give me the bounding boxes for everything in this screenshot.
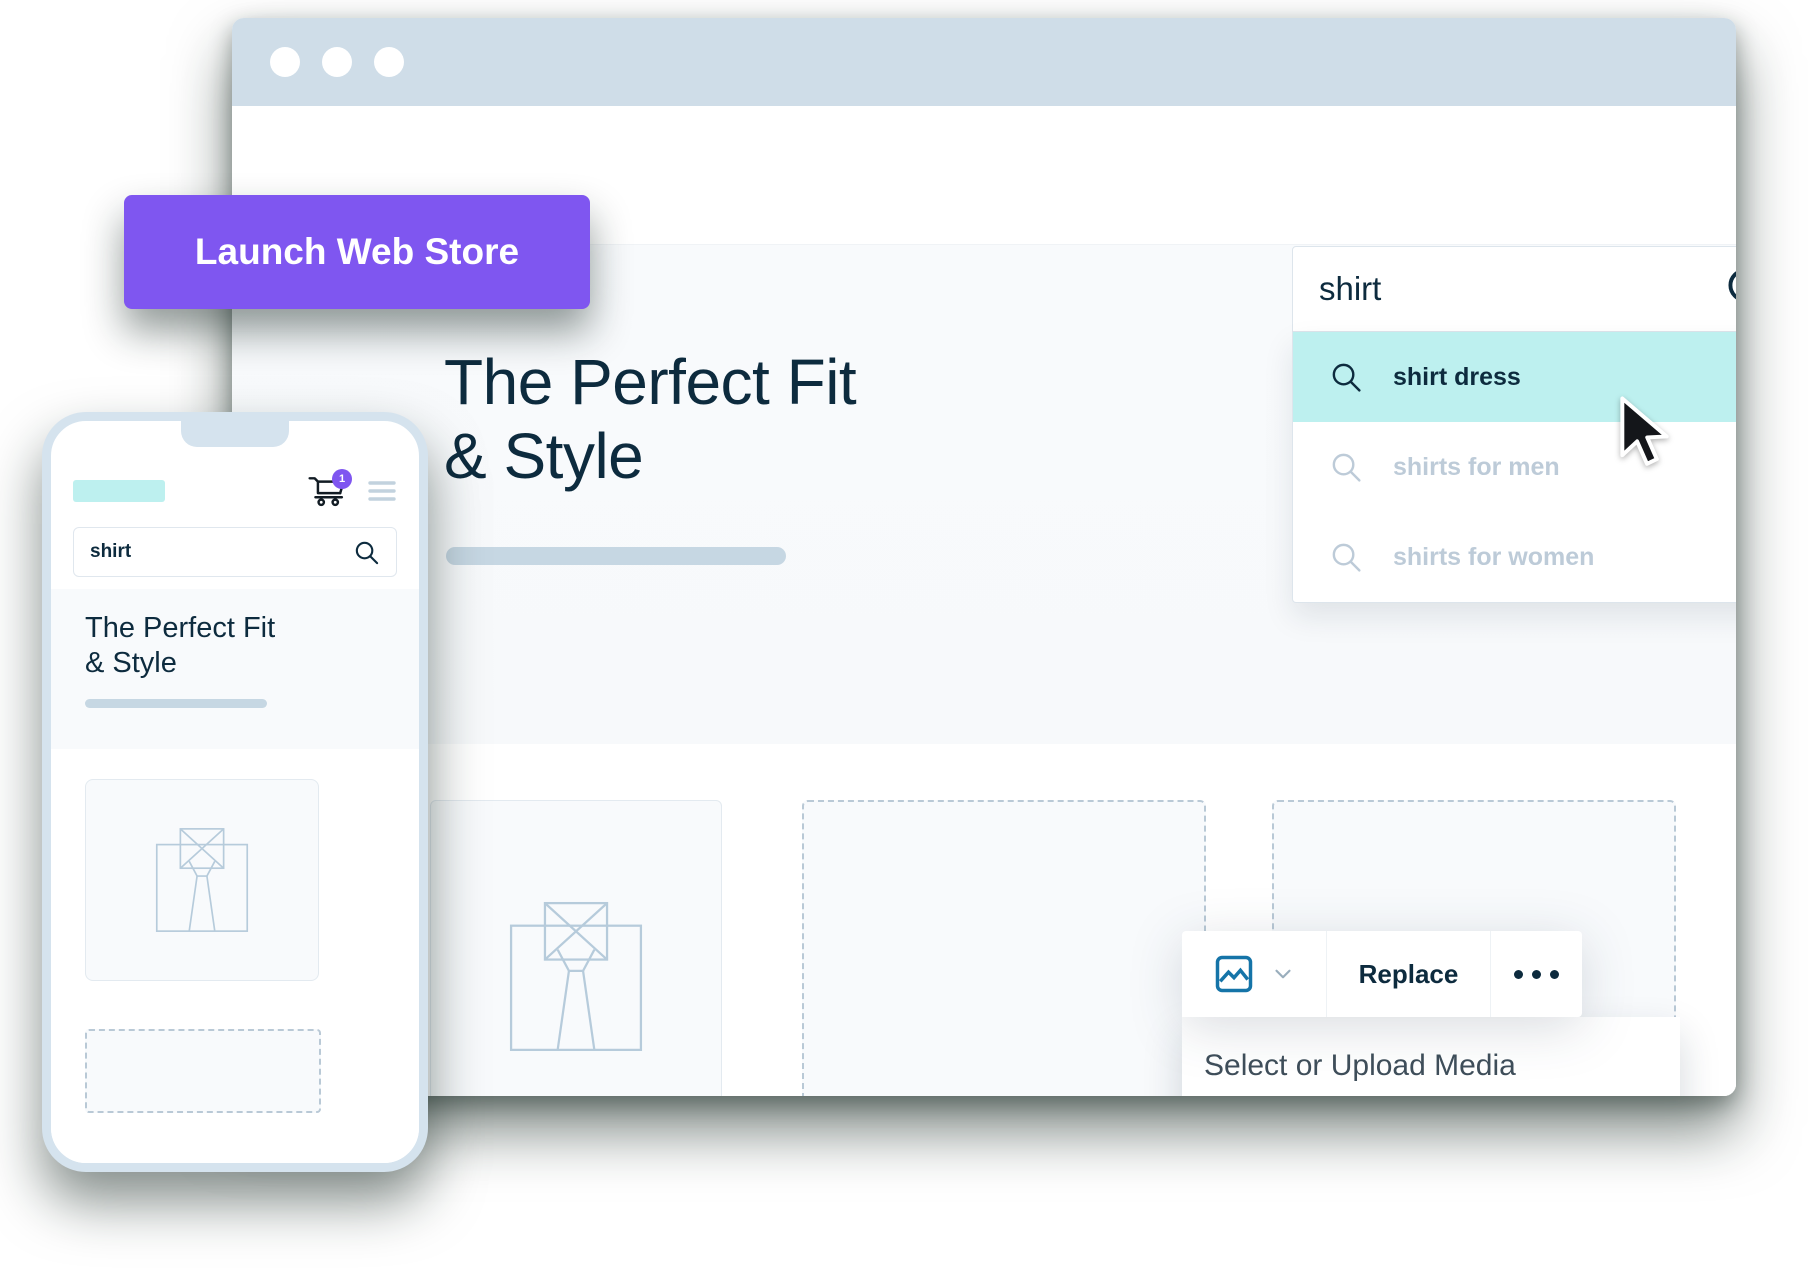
- phone-page-title: The Perfect Fit & Style: [85, 612, 276, 679]
- phone-cart-button[interactable]: 1: [307, 468, 352, 508]
- search-input-value: shirt: [1319, 270, 1382, 307]
- hamburger-menu-icon[interactable]: [367, 479, 397, 503]
- browser-titlebar: [232, 18, 1736, 106]
- browser-window: The Perfect Fit & Style shirt shirt dres…: [232, 18, 1736, 1096]
- replace-button[interactable]: Replace: [1326, 931, 1490, 1017]
- launch-web-store-button[interactable]: Launch Web Store: [124, 195, 590, 309]
- search-icon: [1332, 543, 1361, 572]
- image-icon: [1215, 955, 1253, 993]
- screenshot-stage: The Perfect Fit & Style shirt shirt dres…: [0, 0, 1809, 1280]
- phone-product-card[interactable]: [85, 779, 319, 981]
- ellipsis-icon: [1550, 969, 1559, 979]
- media-type-button[interactable]: [1182, 931, 1326, 1017]
- phone-store-logo: [73, 480, 165, 502]
- phone-product-area: [51, 751, 419, 1163]
- media-panel: Select or Upload Media: [1182, 1017, 1680, 1096]
- suggestion-label: shirt dress: [1393, 362, 1521, 391]
- search-icon: [1332, 453, 1361, 482]
- phone-cart-badge-count: 1: [332, 468, 352, 489]
- ellipsis-icon: [1514, 969, 1523, 979]
- phone-header: 1: [51, 465, 419, 517]
- phone-header-icons: 1: [307, 468, 397, 508]
- search-input[interactable]: shirt: [1292, 246, 1736, 332]
- search-icon[interactable]: [1723, 263, 1736, 315]
- suggestion-item-shirts-for-women[interactable]: shirts for women: [1293, 512, 1736, 602]
- suggestion-label: shirts for women: [1393, 542, 1595, 571]
- product-card-image[interactable]: [430, 800, 722, 1096]
- shirt-with-tie-icon: [509, 901, 643, 1051]
- media-toolbar: Replace: [1182, 931, 1582, 1017]
- window-dot-maximize[interactable]: [374, 47, 404, 77]
- window-dot-minimize[interactable]: [322, 47, 352, 77]
- mouse-pointer-icon: [1617, 396, 1677, 470]
- phone-hero-section: The Perfect Fit & Style: [51, 589, 419, 749]
- page-title: The Perfect Fit & Style: [444, 346, 857, 493]
- window-dot-close[interactable]: [270, 47, 300, 77]
- phone-mockup: 1 shirt The Perfect Fit & Style: [42, 412, 428, 1172]
- product-card-placeholder-2[interactable]: [802, 800, 1206, 1096]
- hero-placeholder-bar: [446, 547, 786, 565]
- phone-notch: [181, 421, 289, 447]
- phone-search-value: shirt: [90, 541, 132, 562]
- more-options-button[interactable]: [1490, 931, 1582, 1017]
- phone-product-placeholder[interactable]: [85, 1029, 321, 1113]
- chevron-down-icon: [1275, 969, 1291, 979]
- phone-hero-placeholder-bar: [85, 698, 267, 708]
- phone-search-input[interactable]: shirt: [73, 527, 397, 577]
- ellipsis-icon: [1532, 969, 1541, 979]
- shirt-with-tie-icon: [155, 828, 249, 932]
- search-icon[interactable]: [353, 539, 380, 566]
- media-panel-title: Select or Upload Media: [1182, 1017, 1680, 1096]
- search-icon: [1332, 363, 1361, 392]
- suggestion-label: shirts for men: [1393, 452, 1560, 481]
